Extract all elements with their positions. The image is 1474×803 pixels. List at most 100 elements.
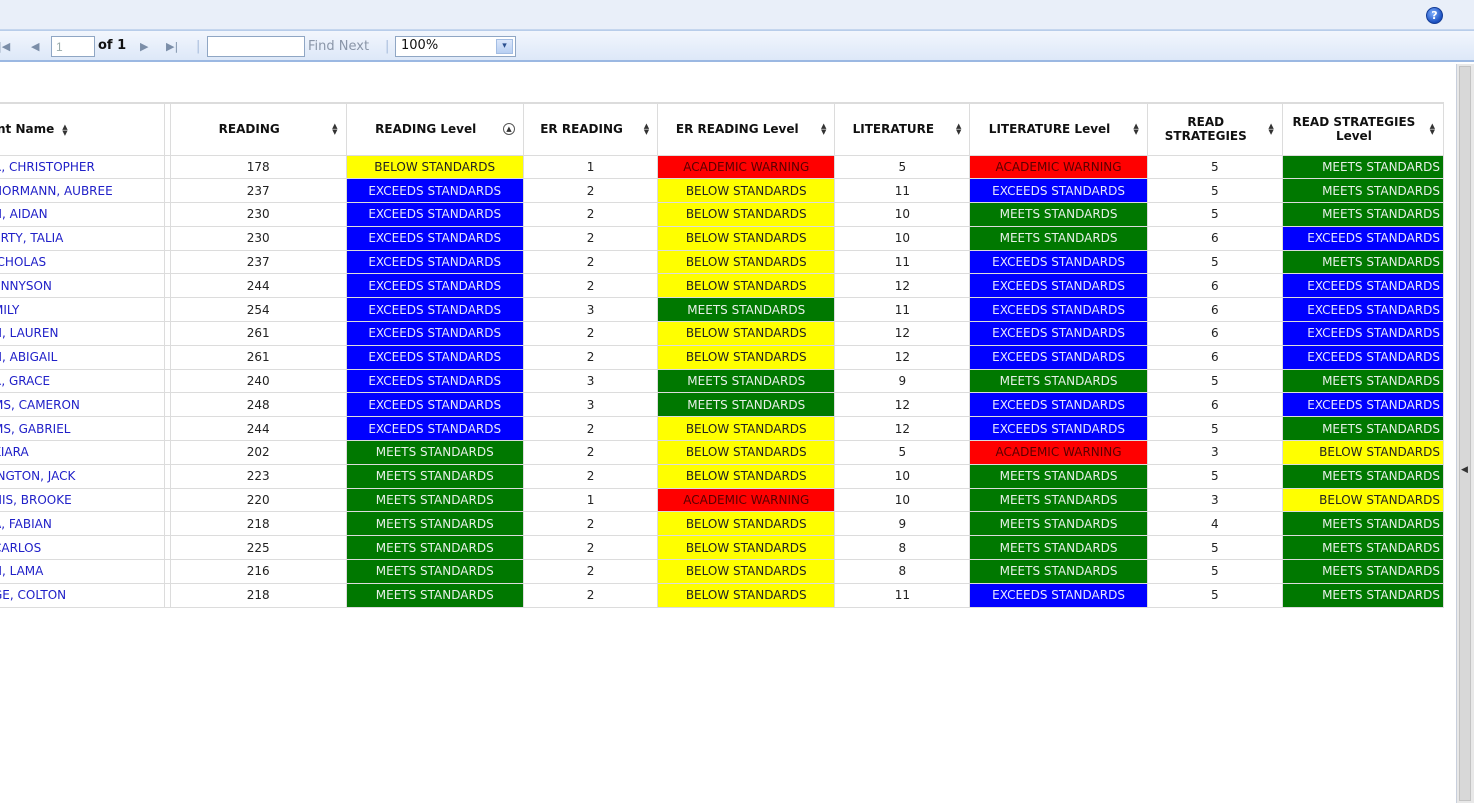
reading-level-status-badge: MEETS STANDARDS — [345, 463, 524, 489]
column-header-label: ER READING Level — [675, 122, 799, 137]
student-name-link[interactable]: N, LAMA — [0, 559, 166, 584]
reading-level-status-badge: EXCEEDS STANDARDS — [345, 368, 524, 394]
student-name-link[interactable]: KIARA — [0, 440, 166, 465]
reading-score: 261 — [169, 344, 347, 370]
student-name-link[interactable]: ENNYSON — [0, 273, 166, 299]
column-header-reading-level[interactable]: READING Level ▲ — [345, 102, 524, 156]
student-name-link[interactable]: N, LAUREN — [0, 321, 166, 346]
reading-score: 240 — [169, 368, 347, 394]
column-header-label: LITERATURE — [852, 122, 935, 137]
next-page-icon[interactable]: ▶ — [140, 40, 148, 53]
literature-level-status-badge: MEETS STANDARDS — [969, 225, 1148, 251]
reading-level-status-badge: MEETS STANDARDS — [345, 487, 524, 513]
read-strategies-score: 6 — [1146, 273, 1283, 299]
student-name-link[interactable]: R, CHRISTOPHER — [0, 154, 166, 180]
page-number-input[interactable] — [51, 36, 95, 57]
er-reading-score: 3 — [522, 297, 659, 323]
student-name-link[interactable]: HORMANN, AUBREE — [0, 178, 166, 204]
student-name-link[interactable]: NIS, BROOKE — [0, 487, 166, 513]
column-header-er-reading[interactable]: ER READING ▲ ▼ — [522, 102, 659, 156]
literature-level-status-badge: ACADEMIC WARNING — [969, 154, 1148, 180]
last-page-icon[interactable]: ▶| — [166, 40, 178, 53]
find-next-link[interactable]: Find Next — [308, 39, 369, 54]
report-title-bar: s ? — [0, 0, 1474, 30]
sort-toggle-icon[interactable]: ▲ ▼ — [821, 123, 826, 136]
chevron-down-icon[interactable]: ▾ — [496, 39, 513, 54]
column-header-reading[interactable]: READING ▲ ▼ — [169, 102, 347, 156]
literature-score: 8 — [834, 535, 971, 561]
read-strategies-level-status-badge: MEETS STANDARDS — [1281, 511, 1445, 537]
student-name-link[interactable]: GE, COLTON — [0, 582, 166, 608]
read-strategies-level-status-badge: EXCEEDS STANDARDS — [1281, 225, 1445, 251]
help-icon[interactable]: ? — [1426, 7, 1443, 24]
reading-score: 248 — [169, 392, 347, 418]
literature-score: 10 — [834, 225, 971, 251]
reading-score: 218 — [169, 511, 347, 537]
vertical-scrollbar[interactable]: ◀ — [1456, 64, 1474, 803]
student-name-link[interactable]: INGTON, JACK — [0, 463, 166, 489]
student-name-link[interactable]: R, GRACE — [0, 368, 166, 394]
student-name-link[interactable]: ERTY, TALIA — [0, 225, 166, 251]
student-name-link[interactable]: MS, GABRIEL — [0, 416, 166, 442]
student-name-link[interactable]: N, ABIGAIL — [0, 344, 166, 370]
table-row: R, CHRISTOPHER 178 BELOW STANDARDS 1 ACADEMI… — [0, 154, 1445, 180]
sort-toggle-icon[interactable]: ▲ ▼ — [956, 123, 961, 136]
first-page-icon[interactable]: |◀ — [0, 40, 10, 53]
sort-toggle-icon[interactable]: ▲ ▼ — [62, 123, 67, 136]
column-header-name[interactable]: nt Name ▲ ▼ — [0, 102, 166, 156]
student-name-link[interactable]: N, AIDAN — [0, 202, 166, 227]
er-reading-score: 2 — [522, 225, 659, 251]
column-header-literature[interactable]: LITERATURE ▲ ▼ — [834, 102, 971, 156]
read-strategies-score: 5 — [1146, 416, 1283, 442]
literature-level-status-badge: EXCEEDS STANDARDS — [969, 249, 1148, 275]
table-row: N, ABIGAIL261EXCEEDS STANDARDS2BELOW STA… — [0, 344, 1445, 370]
zoom-select[interactable]: 100% ▾ — [395, 36, 516, 57]
student-name-link[interactable]: CARLOS — [0, 535, 166, 561]
table-row: N, AIDAN230EXCEEDS STANDARDS2BELOW STAND… — [0, 202, 1445, 227]
table-row: INGTON, JACK 223 MEETS STANDARDS 2 BELOW STA… — [0, 463, 1445, 489]
find-text-input[interactable] — [207, 36, 305, 57]
column-header-literature-level[interactable]: LITERATURE Level ▲ ▼ — [969, 102, 1148, 156]
literature-level-status-badge: EXCEEDS STANDARDS — [969, 344, 1148, 370]
table-row: ERTY, TALIA 230 EXCEEDS STANDARDS 2 BELOW ST… — [0, 225, 1445, 251]
table-row: NIS, BROOKE 220 MEETS STANDARDS 1 ACADEMIC W… — [0, 487, 1445, 513]
sort-toggle-icon[interactable]: ▲ ▼ — [1430, 123, 1435, 136]
column-header-label: nt Name — [0, 122, 55, 137]
read-strategies-score: 5 — [1146, 368, 1283, 394]
sort-toggle-icon[interactable]: ▲ ▼ — [1133, 123, 1138, 136]
literature-level-status-badge: MEETS STANDARDS — [969, 511, 1148, 537]
reading-level-status-badge: EXCEEDS STANDARDS — [345, 249, 524, 275]
reading-level-status-badge: EXCEEDS STANDARDS — [345, 178, 524, 204]
er-reading-score: 2 — [522, 416, 659, 442]
student-name-link[interactable]: A, FABIAN — [0, 511, 166, 537]
column-header-er-reading-level[interactable]: ER READING Level ▲ ▼ — [657, 102, 836, 156]
student-name-link[interactable]: MS, CAMERON — [0, 392, 166, 418]
sort-toggle-icon[interactable]: ▲ ▼ — [1268, 123, 1273, 136]
collapse-panel-icon[interactable]: ◀ — [1461, 465, 1468, 475]
column-header-read-strategies[interactable]: READ STRATEGIES ▲ ▼ — [1146, 102, 1283, 156]
literature-score: 11 — [834, 178, 971, 204]
er-reading-level-status-badge: MEETS STANDARDS — [657, 392, 836, 418]
sort-toggle-icon[interactable]: ▲ ▼ — [332, 123, 337, 136]
read-strategies-level-status-badge: EXCEEDS STANDARDS — [1281, 392, 1445, 418]
reading-level-status-badge: MEETS STANDARDS — [345, 511, 524, 537]
literature-level-status-badge: EXCEEDS STANDARDS — [969, 582, 1148, 608]
sort-ascending-icon[interactable]: ▲ — [502, 123, 515, 136]
table-row: ENNYSON244EXCEEDS STANDARDS2BELOW STANDA… — [0, 273, 1445, 299]
column-header-read-strategies-level[interactable]: READ STRATEGIES Level ▲ ▼ — [1281, 102, 1445, 156]
reading-level-status-badge: MEETS STANDARDS — [345, 559, 524, 584]
student-name-link[interactable]: MILY — [0, 297, 166, 323]
read-strategies-level-status-badge: MEETS STANDARDS — [1281, 535, 1445, 561]
read-strategies-score: 5 — [1146, 559, 1283, 584]
sort-toggle-icon[interactable]: ▲ ▼ — [644, 123, 649, 136]
literature-level-status-badge: EXCEEDS STANDARDS — [969, 392, 1148, 418]
literature-score: 5 — [834, 440, 971, 465]
scrollbar-thumb[interactable] — [1459, 66, 1471, 801]
page-count-label: of 1 — [98, 38, 127, 53]
previous-page-icon[interactable]: ◀ — [31, 40, 39, 53]
student-name-link[interactable]: ICHOLAS — [0, 249, 166, 275]
table-row: N, LAMA216MEETS STANDARDS2BELOW STANDARD… — [0, 559, 1445, 584]
column-header-label: LITERATURE Level — [988, 122, 1111, 137]
er-reading-score: 2 — [522, 273, 659, 299]
reading-score: 178 — [169, 154, 347, 180]
